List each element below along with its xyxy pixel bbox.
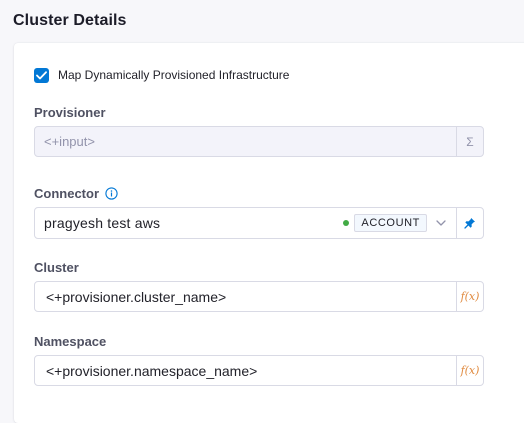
connector-label: Connector	[34, 186, 99, 201]
scope-badge: ACCOUNT	[354, 214, 427, 232]
map-infra-label: Map Dynamically Provisioned Infrastructu…	[58, 68, 290, 82]
section-title: Cluster Details	[13, 12, 127, 29]
fx-icon[interactable]: f(x)	[456, 282, 483, 311]
checkmark-icon	[36, 70, 47, 79]
provisioner-input: <+input>	[44, 134, 95, 149]
sigma-icon[interactable]: Σ	[456, 127, 483, 156]
provisioner-field: <+input> Σ	[34, 126, 484, 157]
cluster-input[interactable]: <+provisioner.cluster_name>	[35, 289, 456, 305]
namespace-input[interactable]: <+provisioner.namespace_name>	[35, 363, 456, 379]
pin-icon[interactable]	[456, 208, 483, 238]
namespace-field[interactable]: <+provisioner.namespace_name> f(x)	[34, 355, 484, 386]
cluster-field[interactable]: <+provisioner.cluster_name> f(x)	[34, 281, 484, 312]
connector-label-row: Connector	[34, 186, 118, 201]
map-infra-checkbox[interactable]	[34, 67, 49, 83]
namespace-label: Namespace	[34, 334, 107, 349]
connector-value: pragyesh test aws	[44, 215, 161, 231]
cluster-label: Cluster	[34, 260, 79, 275]
connector-select[interactable]: pragyesh test aws ACCOUNT	[34, 207, 484, 239]
chevron-down-icon[interactable]	[434, 220, 448, 226]
provisioner-label: Provisioner	[34, 105, 106, 120]
info-icon[interactable]	[105, 187, 118, 200]
connector-status-dot	[343, 220, 350, 226]
map-infra-checkbox-row[interactable]: Map Dynamically Provisioned Infrastructu…	[34, 67, 289, 83]
fx-icon[interactable]: f(x)	[456, 356, 483, 385]
